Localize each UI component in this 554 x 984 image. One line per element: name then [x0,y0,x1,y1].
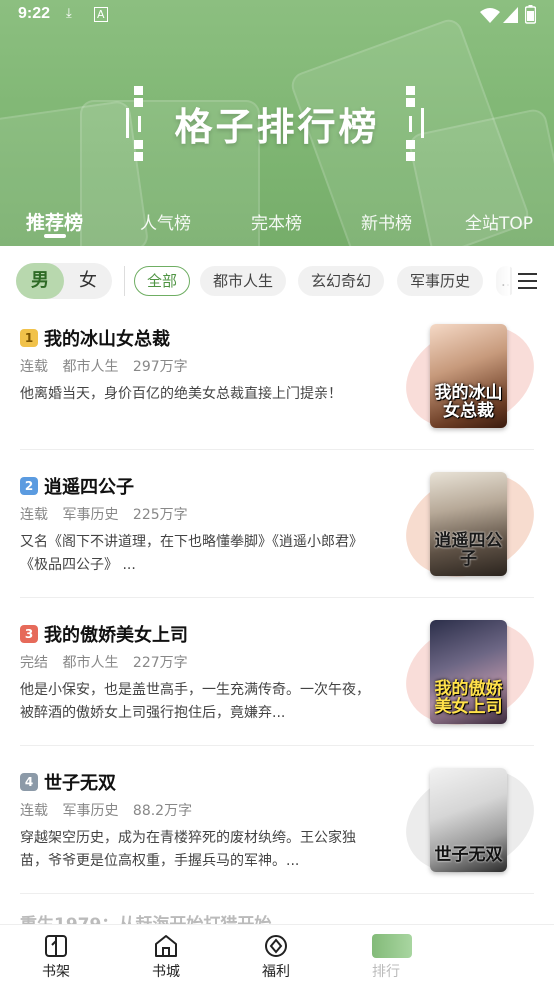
bookshelf-icon [45,935,67,957]
filter-divider [124,266,125,296]
book-title[interactable]: 世子无双 [44,769,116,795]
tab-new-books[interactable]: 新书榜 [361,209,412,234]
cover-title-text: 世子无双 [434,845,503,865]
download-icon: ⤓ [66,6,72,21]
rank-badge: 3 [20,625,38,643]
title-block: 格子排行榜 [0,86,554,162]
tab-recommended[interactable]: 推荐榜 [26,208,83,235]
book-word-count: 297万字 [132,359,188,375]
category-chip-urban[interactable]: 都市人生 [200,266,287,296]
filter-bar: 男 女 全部 都市人生 玄幻奇幻 军事历史 ... [0,246,554,316]
book-title[interactable]: 我的冰山女总裁 [44,325,170,351]
chip-fade [490,266,510,296]
book-item[interactable]: 3 我的傲娇美女上司 完结 都市人生 227万字 他是小保安，也是盖世高手，一生… [0,602,554,760]
title-right-ornament-icon [402,86,428,161]
nav-welfare[interactable]: 福利 [236,931,316,983]
wifi-icon [480,8,500,23]
book-status: 连载 [20,803,48,819]
active-tab-indicator [44,234,66,238]
cover-title-text: 我的傲娇美女上司 [434,679,503,717]
book-category: 都市人生 [62,359,119,375]
row-divider [20,893,534,894]
book-status: 连载 [20,359,48,375]
ranking-header: 9:22 ⤓ A 格子排行榜 推荐榜 人气榜 完本榜 新书榜 全站TOP [0,0,554,246]
bottom-navigation: 书架 书城 福利 排行 [0,924,554,984]
book-title[interactable]: 我的傲娇美女上司 [44,621,188,647]
app-notification-icon: A [94,7,108,22]
gender-male-option[interactable]: 男 [16,263,64,299]
book-item[interactable]: 4 世子无双 连载 军事历史 88.2万字 穿越架空历史，成为在青楼猝死的废材纨… [0,750,554,908]
ranking-icon [372,934,412,958]
book-category: 都市人生 [62,655,119,671]
book-word-count: 225万字 [132,507,188,523]
book-meta: 连载 军事历史 88.2万字 [20,800,202,820]
book-meta: 连载 都市人生 297万字 [20,356,198,376]
welfare-icon [265,935,287,957]
category-chip-military[interactable]: 军事历史 [397,266,484,296]
row-divider [20,745,534,746]
nav-bookshelf[interactable]: 书架 [16,931,96,983]
nav-label: 福利 [262,964,290,980]
book-status: 完结 [20,655,48,671]
book-item[interactable]: 1 我的冰山女总裁 连载 都市人生 297万字 他离婚当天，身价百亿的绝美女总裁… [0,306,554,464]
rank-badge: 2 [20,477,38,495]
page-title: 格子排行榜 [174,105,380,149]
nav-label: 排行 [372,964,400,980]
signal-icon [503,7,518,23]
book-status: 连载 [20,507,48,523]
gender-toggle[interactable]: 男 女 [16,263,112,299]
cover-title-text: 我的冰山女总裁 [434,383,503,421]
book-word-count: 227万字 [132,655,188,671]
nav-label: 书架 [42,964,70,980]
status-time: 9:22 [18,5,51,22]
nav-label: 书城 [152,964,180,980]
category-menu-button[interactable] [512,266,542,296]
book-category: 军事历史 [62,803,119,819]
ranking-tabs: 推荐榜 人气榜 完本榜 新书榜 全站TOP [0,200,554,244]
book-description: 他离婚当天，身价百亿的绝美女总裁直接上门提亲！ [20,386,342,402]
book-cover-image[interactable]: 我的冰山女总裁 [430,324,507,428]
row-divider [20,449,534,450]
category-chip-all[interactable]: 全部 [134,266,191,296]
book-title[interactable]: 逍遥四公子 [44,473,134,499]
battery-icon [525,5,536,24]
cover-title-text: 逍遥四公子 [434,531,503,569]
tab-popular[interactable]: 人气榜 [140,209,191,234]
book-item[interactable]: 2 逍遥四公子 连载 军事历史 225万字 又名《阁下不讲道理，在下也略懂拳脚》… [0,454,554,612]
book-cover-image[interactable]: 逍遥四公子 [430,472,507,576]
category-chip-fantasy[interactable]: 玄幻奇幻 [298,266,385,296]
book-meta: 完结 都市人生 227万字 [20,652,198,672]
book-cover-image[interactable]: 我的傲娇美女上司 [430,620,507,724]
book-word-count: 88.2万字 [132,803,193,819]
status-bar: 9:22 ⤓ A [0,0,554,32]
rank-badge: 4 [20,773,38,791]
tab-completed[interactable]: 完本榜 [251,209,302,234]
book-description: 他是小保安，也是盖世高手，一生充满传奇。一次午夜，被醉酒的傲娇女上司强行抱住后，… [20,682,370,721]
gender-female-option[interactable]: 女 [64,263,112,299]
tab-site-top[interactable]: 全站TOP [465,209,533,234]
book-meta: 连载 军事历史 225万字 [20,504,198,524]
bookstore-icon [155,935,177,957]
rank-badge: 1 [20,329,38,347]
book-description: 穿越架空历史，成为在青楼猝死的废材纨绔。王公家独苗，爷爷更是位高权重，手握兵马的… [20,830,356,869]
book-description: 又名《阁下不讲道理，在下也略懂拳脚》《逍遥小郎君》《极品四公子》 ... [20,534,363,573]
book-category: 军事历史 [62,507,119,523]
book-cover-image[interactable]: 世子无双 [430,768,507,872]
row-divider [20,597,534,598]
nav-bookstore[interactable]: 书城 [126,931,206,983]
